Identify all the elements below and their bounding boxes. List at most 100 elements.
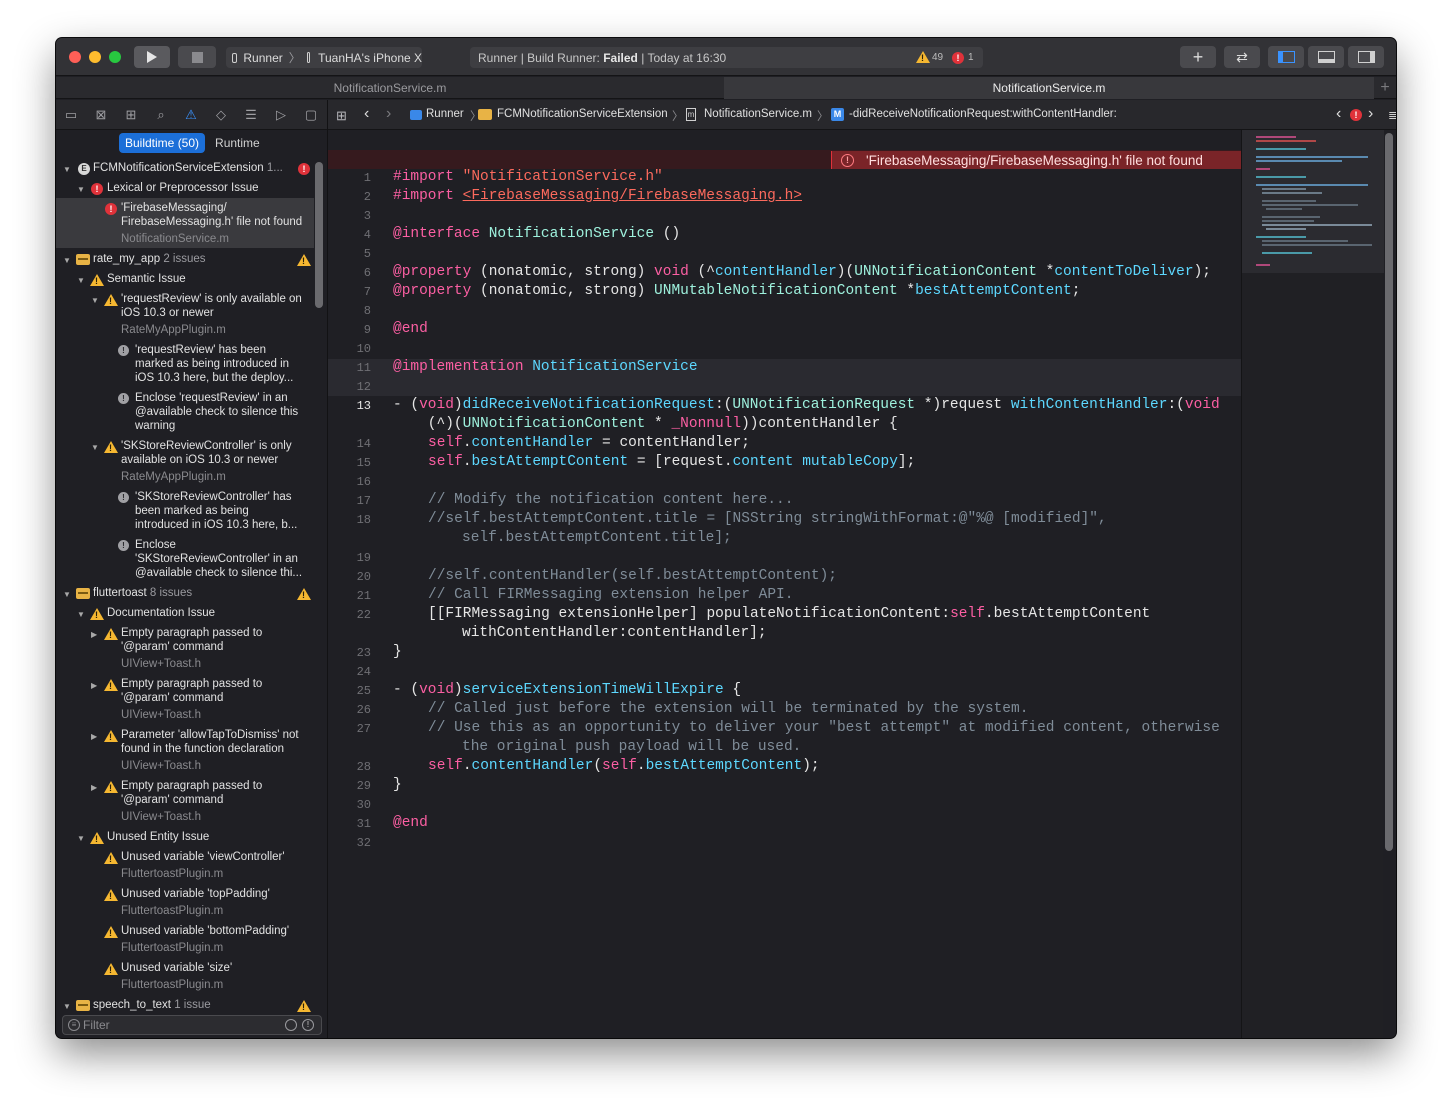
disclosure-triangle-icon[interactable]: ▼ xyxy=(63,256,71,265)
issue-unused-variable[interactable]: Unused variable 'bottomPadding' xyxy=(121,925,289,937)
code-review-button[interactable]: ⇄ xyxy=(1224,46,1260,68)
issue-group-speech-to-text[interactable]: speech_to_text 1 issue xyxy=(93,999,211,1011)
issue-empty-param-line2[interactable]: '@param' command xyxy=(121,692,223,704)
library-button[interactable]: + xyxy=(1180,46,1216,68)
build-status[interactable]: Runner | Build Runner: Failed | Today at… xyxy=(470,47,983,68)
issue-category-documentation[interactable]: Documentation Issue xyxy=(107,607,215,619)
jump-project[interactable]: Runner xyxy=(426,108,464,120)
segment-buildtime[interactable]: Buildtime (50) xyxy=(119,133,206,153)
fixit-line3[interactable]: @available check to silence thi... xyxy=(135,567,302,579)
fixit-line1[interactable]: Enclose 'requestReview' in an xyxy=(135,392,288,404)
disclosure-triangle-icon[interactable]: ▼ xyxy=(77,276,85,285)
note-line3[interactable]: introduced in iOS 10.3 here, b... xyxy=(135,519,297,531)
issue-unused-variable[interactable]: Unused variable 'viewController' xyxy=(121,851,285,863)
test-icon[interactable]: ◇ xyxy=(214,108,228,122)
issue-warning-icon[interactable]: ⚠ xyxy=(184,108,198,122)
disclosure-triangle-icon[interactable]: ▼ xyxy=(77,834,85,843)
note-line2[interactable]: been marked as being xyxy=(135,505,249,517)
next-issue-icon[interactable]: › xyxy=(1368,105,1373,123)
minimap[interactable] xyxy=(1241,130,1384,1038)
issue-empty-param-line1[interactable]: Empty paragraph passed to xyxy=(121,780,262,792)
inline-error-banner[interactable]: ! 'FirebaseMessaging/FirebaseMessaging.h… xyxy=(831,151,1241,169)
minimize-window-button[interactable] xyxy=(89,51,101,63)
disclosure-triangle-icon[interactable]: ▼ xyxy=(77,185,85,194)
note-line3[interactable]: iOS 10.3 here, but the deploy... xyxy=(135,372,293,384)
fixit-line1[interactable]: Enclose xyxy=(135,539,176,551)
jump-symbol[interactable]: -didReceiveNotificationRequest:withConte… xyxy=(849,108,1117,120)
tab-notificationservice-1[interactable]: NotificationService.m xyxy=(56,77,724,99)
issue-request-review-line2[interactable]: iOS 10.3 or newer xyxy=(121,307,214,319)
issue-param-not-found-line2[interactable]: found in the function declaration xyxy=(121,743,284,755)
disclosure-triangle-right-icon[interactable]: ▶ xyxy=(91,732,97,741)
error-filter-icon[interactable]: ! xyxy=(302,1019,314,1031)
disclosure-triangle-icon[interactable]: ▼ xyxy=(91,443,99,452)
note-line1[interactable]: 'SKStoreReviewController' has xyxy=(135,491,292,503)
editor-options-icon[interactable]: ≣ xyxy=(1388,108,1396,122)
disclosure-triangle-right-icon[interactable]: ▶ xyxy=(91,681,97,690)
source-control-icon[interactable]: ⊠ xyxy=(94,108,108,122)
jump-file[interactable]: NotificationService.m xyxy=(704,108,812,120)
error-icon[interactable]: ! xyxy=(1350,109,1362,121)
new-tab-button[interactable]: + xyxy=(1374,77,1396,99)
note-line2[interactable]: marked as being introduced in xyxy=(135,358,289,370)
editor-scrollbar[interactable] xyxy=(1385,133,1393,851)
issue-empty-param-line2[interactable]: '@param' command xyxy=(121,641,223,653)
recent-filter-icon[interactable] xyxy=(285,1019,297,1031)
tab-notificationservice-2[interactable]: NotificationService.m xyxy=(724,77,1374,99)
line-number: 17 xyxy=(356,494,371,508)
close-window-button[interactable] xyxy=(69,51,81,63)
jump-group[interactable]: FCMNotificationServiceExtension xyxy=(497,108,668,120)
inspector-toggle-button[interactable] xyxy=(1348,46,1384,68)
navigator-scrollbar[interactable] xyxy=(315,162,323,308)
disclosure-triangle-right-icon[interactable]: ▶ xyxy=(91,783,97,792)
search-icon[interactable]: ⌕ xyxy=(154,108,168,122)
disclosure-triangle-icon[interactable]: ▼ xyxy=(77,610,85,619)
navigator-toggle-button[interactable] xyxy=(1268,46,1304,68)
issue-unused-variable[interactable]: Unused variable 'topPadding' xyxy=(121,888,270,900)
issue-skstore-line2[interactable]: available on iOS 10.3 or newer xyxy=(121,454,278,466)
zoom-window-button[interactable] xyxy=(109,51,121,63)
stop-button[interactable] xyxy=(178,46,216,68)
issue-category-lexical[interactable]: Lexical or Preprocessor Issue xyxy=(107,182,258,194)
source-editor[interactable]: #import "NotificationService.h" #import … xyxy=(376,130,1241,1038)
note-line1[interactable]: 'requestReview' has been xyxy=(135,344,266,356)
issue-skstore-line1[interactable]: 'SKStoreReviewController' is only xyxy=(121,440,292,452)
issue-request-review-line1[interactable]: 'requestReview' is only available on xyxy=(121,293,302,305)
debug-icon[interactable]: ☰ xyxy=(244,108,258,122)
debug-area-button[interactable] xyxy=(1308,46,1344,68)
previous-issue-icon[interactable]: ‹ xyxy=(1336,105,1341,123)
issue-file-not-found-line1[interactable]: 'FirebaseMessaging/ xyxy=(121,202,227,214)
line-number-gutter[interactable]: 1 2 3 4 5 6 7 8 9 10 11 12 13 14 15 16 1… xyxy=(328,130,376,1038)
issue-empty-param-line1[interactable]: Empty paragraph passed to xyxy=(121,627,262,639)
issue-group-fluttertoast[interactable]: fluttertoast 8 issues xyxy=(93,587,192,599)
issue-empty-param-line2[interactable]: '@param' command xyxy=(121,794,223,806)
disclosure-triangle-right-icon[interactable]: ▶ xyxy=(91,630,97,639)
issue-unused-variable[interactable]: Unused variable 'size' xyxy=(121,962,232,974)
forward-icon[interactable]: › xyxy=(386,105,391,123)
issue-param-not-found-line1[interactable]: Parameter 'allowTapToDismiss' not xyxy=(121,729,299,741)
issue-group-rate-my-app[interactable]: rate_my_app 2 issues xyxy=(93,253,206,265)
issue-file-not-found-line2[interactable]: FirebaseMessaging.h' file not found xyxy=(121,216,302,228)
issue-group-fcm[interactable]: FCMNotificationServiceExtension 1... xyxy=(93,162,288,174)
issue-category-unused[interactable]: Unused Entity Issue xyxy=(107,831,209,843)
disclosure-triangle-icon[interactable]: ▼ xyxy=(63,165,71,174)
report-icon[interactable]: ▢ xyxy=(304,108,318,122)
segment-runtime[interactable]: Runtime xyxy=(209,133,266,153)
disclosure-triangle-icon[interactable]: ▼ xyxy=(63,590,71,599)
symbol-icon[interactable]: ⊞ xyxy=(124,108,138,122)
disclosure-triangle-icon[interactable]: ▼ xyxy=(91,296,99,305)
issue-filter-field[interactable]: ≡ Filter ! xyxy=(62,1015,322,1035)
back-icon[interactable]: ‹ xyxy=(364,105,369,123)
scheme-selector[interactable]: Runner 〉 TuanHA's iPhone X xyxy=(226,47,422,68)
breakpoint-icon[interactable]: ▷ xyxy=(274,108,288,122)
fixit-line2[interactable]: @available check to silence this xyxy=(135,406,298,418)
related-items-grid-icon[interactable]: ⊞ xyxy=(336,108,347,124)
line-number: 22 xyxy=(356,608,371,622)
issue-category-semantic[interactable]: Semantic Issue xyxy=(107,273,186,285)
fixit-line3[interactable]: warning xyxy=(135,420,175,432)
run-button[interactable] xyxy=(134,46,170,68)
issue-empty-param-line1[interactable]: Empty paragraph passed to xyxy=(121,678,262,690)
disclosure-triangle-icon[interactable]: ▼ xyxy=(63,1002,71,1011)
folder-icon[interactable]: ▭ xyxy=(64,108,78,122)
fixit-line2[interactable]: 'SKStoreReviewController' in an xyxy=(135,553,298,565)
